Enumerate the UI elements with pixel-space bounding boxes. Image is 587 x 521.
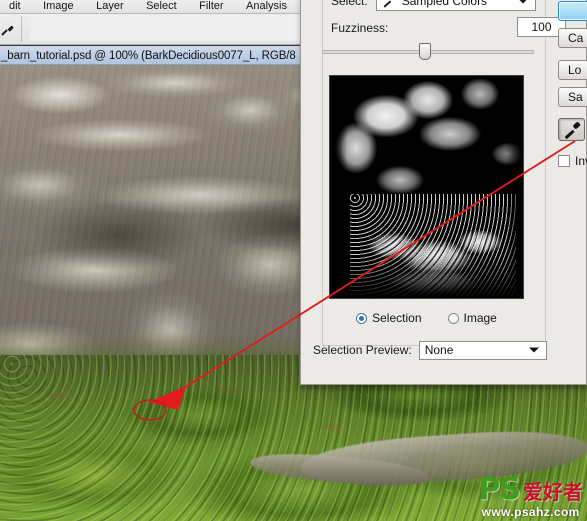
watermark-url: www.psahz.com [481,505,580,519]
select-label: Select: [331,0,368,8]
eyedropper-sample-button[interactable] [558,118,585,141]
load-button[interactable]: Lo [558,60,587,80]
radio-image-dot [447,312,459,324]
invert-label: Inv [575,154,587,168]
dialog-button-column: Ca Lo Sa Inv [554,0,587,386]
radio-image[interactable]: Image [447,311,497,325]
save-button[interactable]: Sa [558,87,587,107]
color-range-dialog: Select: Sampled Colors Fuzziness: 100 Se… [300,0,587,385]
select-row: Select: Sampled Colors [331,0,561,12]
eyedropper-icon [381,0,397,8]
cancel-button[interactable]: Ca [558,28,587,48]
selection-preview-row: Selection Preview: None [313,339,573,361]
selection-preview-label: Selection Preview: [313,343,412,357]
chevron-down-icon [528,347,539,353]
select-dropdown[interactable]: Sampled Colors [375,0,536,11]
mask-edges [330,76,523,298]
eyedropper-icon [564,123,580,138]
menu-item-select[interactable]: Select [137,0,186,13]
chevron-down-icon [517,0,528,4]
fuzziness-row: Fuzziness: 100 [331,17,566,39]
menu-item-analysis[interactable]: Analysis [237,0,296,13]
fuzziness-label: Fuzziness: [331,21,389,35]
options-separator [21,16,22,42]
menu-item-image[interactable]: Image [34,0,83,13]
fuzziness-slider-thumb[interactable] [419,43,431,60]
invert-checkbox-row[interactable]: Inv [558,153,587,169]
select-dropdown-value: Sampled Colors [401,0,488,8]
radio-selection[interactable]: Selection [356,311,422,325]
invert-checkbox[interactable] [558,155,570,167]
radio-selection-dot [356,312,368,324]
radio-selection-label: Selection [372,311,422,325]
photoshop-window: dit Image Layer Select Filter Analysis V… [0,0,587,521]
watermark: PS 爱好者 www.psahz.com [478,472,583,519]
watermark-chinese: 爱好者 [523,482,583,504]
preview-mode-radios: Selection Image [329,309,524,327]
eyedropper-tool-icon[interactable] [0,20,18,40]
watermark-logo: PS [478,472,521,507]
selection-preview-dropdown[interactable]: None [418,340,547,360]
selection-preview-value: None [424,343,454,357]
document-tab-label: _barn_tutorial.psd @ 100% (BarkDecidious… [1,50,296,62]
menu-item-layer[interactable]: Layer [87,0,133,13]
ok-button[interactable] [558,1,587,21]
mask-preview-image [330,76,523,298]
radio-image-label: Image [463,311,497,325]
mask-preview-thumbnail[interactable] [329,75,524,299]
menu-item-edit[interactable]: dit [0,0,30,13]
menu-item-filter[interactable]: Filter [190,0,232,13]
